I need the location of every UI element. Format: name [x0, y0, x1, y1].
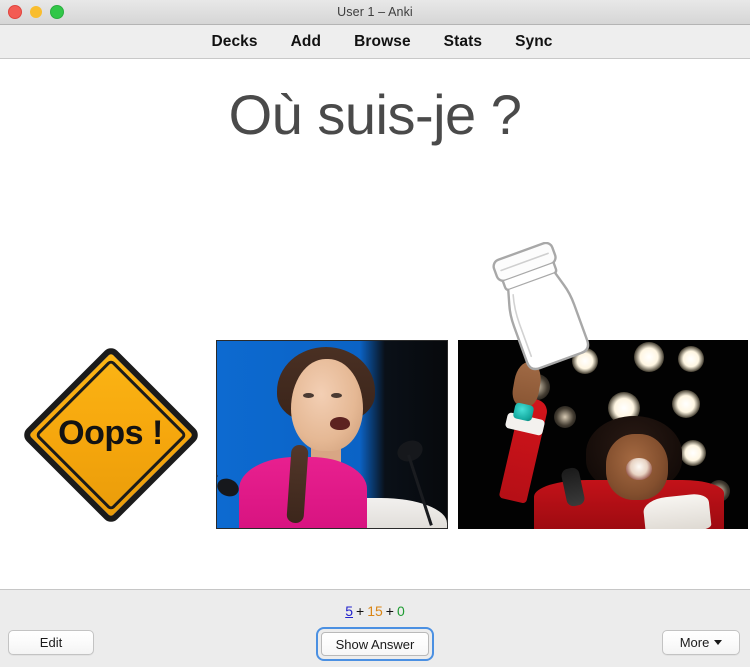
toolbar-item-stats[interactable]: Stats [444, 33, 482, 51]
due-counts: 5 +15 +0 [0, 603, 750, 619]
window-title: User 1 – Anki [337, 5, 413, 19]
window-titlebar: User 1 – Anki [0, 0, 750, 25]
speaker-eye-left [303, 393, 314, 398]
speaker-head [291, 359, 363, 451]
card-media-row: Oops ! [0, 59, 750, 589]
toolbar-item-sync[interactable]: Sync [515, 33, 552, 51]
chevron-down-icon [714, 640, 723, 645]
show-answer-button[interactable]: Show Answer [321, 632, 429, 656]
edit-button[interactable]: Edit [8, 630, 94, 655]
anki-window: User 1 – Anki Decks Add Browse Stats Syn… [0, 0, 750, 667]
toolbar-item-browse[interactable]: Browse [354, 33, 411, 51]
microphone-icon-left [217, 435, 271, 528]
close-window-button[interactable] [8, 5, 22, 19]
road-sign-label: Oops ! [58, 413, 163, 452]
card-image-performer-photo [458, 340, 748, 529]
more-button[interactable]: More [662, 630, 740, 655]
speaker-mouth [330, 417, 350, 430]
speaker-eye-right [331, 393, 342, 398]
traffic-light-group [8, 0, 64, 24]
card-image-speaker-photo [216, 340, 448, 529]
stage-light [634, 342, 664, 372]
stage-light [672, 390, 700, 418]
stage-light [554, 406, 576, 428]
more-button-label: More [679, 635, 710, 650]
minimize-window-button[interactable] [30, 6, 42, 18]
performer-open-mouth [626, 458, 652, 480]
count-separator-2: + [385, 603, 394, 619]
microphone-icon-right [377, 436, 447, 528]
stage-light [680, 440, 706, 466]
main-toolbar: Decks Add Browse Stats Sync [0, 25, 750, 59]
zoom-window-button[interactable] [50, 5, 64, 19]
toolbar-item-decks[interactable]: Decks [211, 33, 257, 51]
count-new[interactable]: 5 [345, 603, 353, 619]
count-learning: 15 [367, 603, 383, 619]
stage-light [678, 346, 704, 372]
count-due: 0 [396, 603, 405, 619]
card-footer-bar: 5 +15 +0 Edit Show Answer More [0, 589, 750, 667]
stage-light [572, 348, 598, 374]
card-image-oops-road-sign: Oops ! [14, 340, 207, 529]
count-separator-1: + [356, 603, 365, 619]
toolbar-item-add[interactable]: Add [291, 33, 321, 51]
card-content-area: Où suis-je ? Oops ! [0, 59, 750, 589]
show-answer-focus-ring: Show Answer [316, 627, 434, 661]
